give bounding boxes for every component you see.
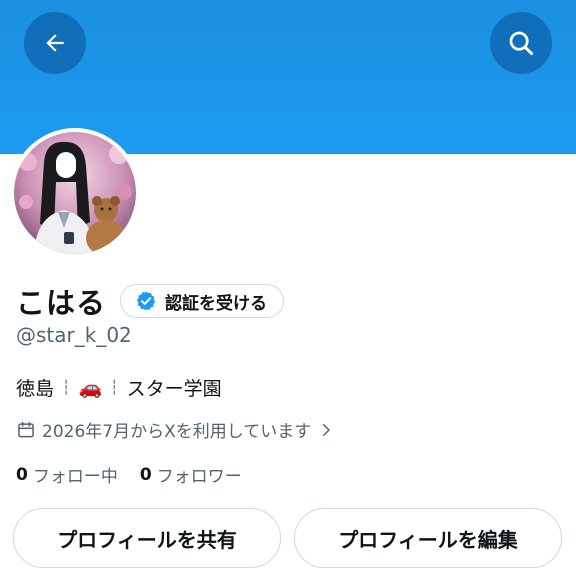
avatar[interactable] [10,128,140,258]
followers-label[interactable]: フォロワー [157,462,242,487]
following-count[interactable]: 0 [16,465,28,485]
arrow-left-icon [46,34,64,52]
search-icon [509,31,534,56]
bio: 徳島 ┆ 🚗 ┆ スター学園 [16,374,222,401]
back-button[interactable] [24,12,86,74]
search-button[interactable] [490,12,552,74]
joined-text: 2026年7月からXを利用しています [42,422,312,442]
followers-count[interactable]: 0 [140,465,152,485]
get-verified-label: 認証を受ける [165,293,268,314]
bio-separator: ┆ [110,379,119,396]
share-profile-button[interactable]: プロフィールを共有 [13,508,281,568]
following-label[interactable]: フォロー中 [33,462,118,487]
joined-date[interactable]: 2026年7月からXを利用しています [16,417,341,442]
chevron-right-icon [323,423,330,436]
bio-emoji: 🚗 [78,377,103,399]
calendar-icon [18,421,34,437]
display-name: こはる [16,286,107,320]
follow-stats: 0 フォロー中 0 フォロワー [16,462,264,488]
get-verified-button[interactable]: 認証を受ける [120,284,285,318]
avatar-image [14,132,136,254]
verified-badge-icon [136,291,156,311]
bio-place: 徳島 [16,378,55,400]
edit-profile-button[interactable]: プロフィールを編集 [294,508,562,568]
name-row: こはる 認証を受ける [16,280,285,322]
bio-school: スター学園 [126,378,222,400]
bio-separator: ┆ [62,379,71,396]
user-handle: @star_k_02 [16,323,132,347]
